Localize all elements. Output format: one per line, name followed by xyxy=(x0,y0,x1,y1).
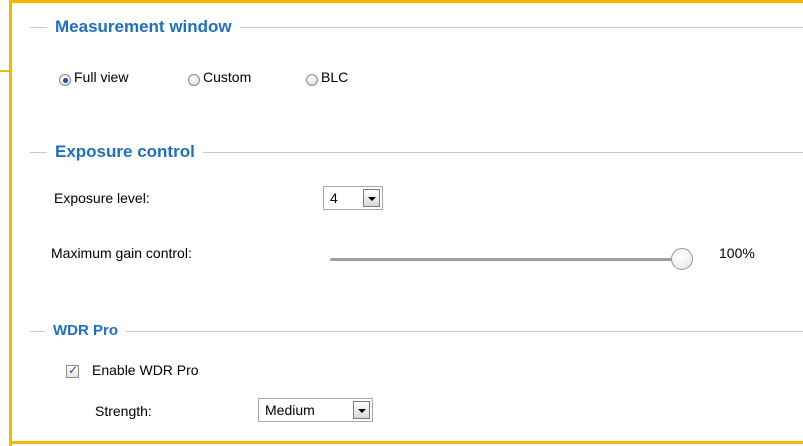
exposure-level-label: Exposure level: xyxy=(54,190,150,206)
radio-blc[interactable] xyxy=(306,74,318,86)
exposure-level-value: 4 xyxy=(330,190,338,206)
radio-full-view[interactable] xyxy=(59,74,71,86)
chevron-down-icon[interactable] xyxy=(353,401,370,419)
section-divider xyxy=(30,331,803,332)
radio-custom[interactable] xyxy=(188,74,200,86)
highlight-frame-left xyxy=(9,0,12,446)
highlight-frame-bottom xyxy=(9,441,803,444)
radio-full-view-label: Full view xyxy=(74,69,129,85)
strength-value: Medium xyxy=(265,402,315,418)
highlight-frame-connector xyxy=(0,70,12,72)
section-title-measurement-window: Measurement window xyxy=(47,17,240,37)
strength-label: Strength: xyxy=(95,403,152,419)
highlight-frame-top xyxy=(9,0,803,3)
enable-wdr-pro-checkbox[interactable] xyxy=(66,363,79,378)
radio-custom-label: Custom xyxy=(203,69,252,85)
max-gain-value: 100% xyxy=(719,245,755,261)
radio-blc-label: BLC xyxy=(321,69,349,85)
enable-wdr-pro-label: Enable WDR Pro xyxy=(92,362,199,378)
section-title-exposure-control: Exposure control xyxy=(47,142,203,162)
section-title-wdr-pro: WDR Pro xyxy=(45,321,126,341)
max-gain-label: Maximum gain control: xyxy=(51,245,192,261)
exposure-level-select[interactable]: 4 xyxy=(323,186,383,210)
chevron-down-icon[interactable] xyxy=(363,189,380,207)
max-gain-slider-track[interactable] xyxy=(330,258,682,261)
max-gain-slider-thumb[interactable] xyxy=(671,248,693,270)
strength-select[interactable]: Medium xyxy=(258,398,373,422)
